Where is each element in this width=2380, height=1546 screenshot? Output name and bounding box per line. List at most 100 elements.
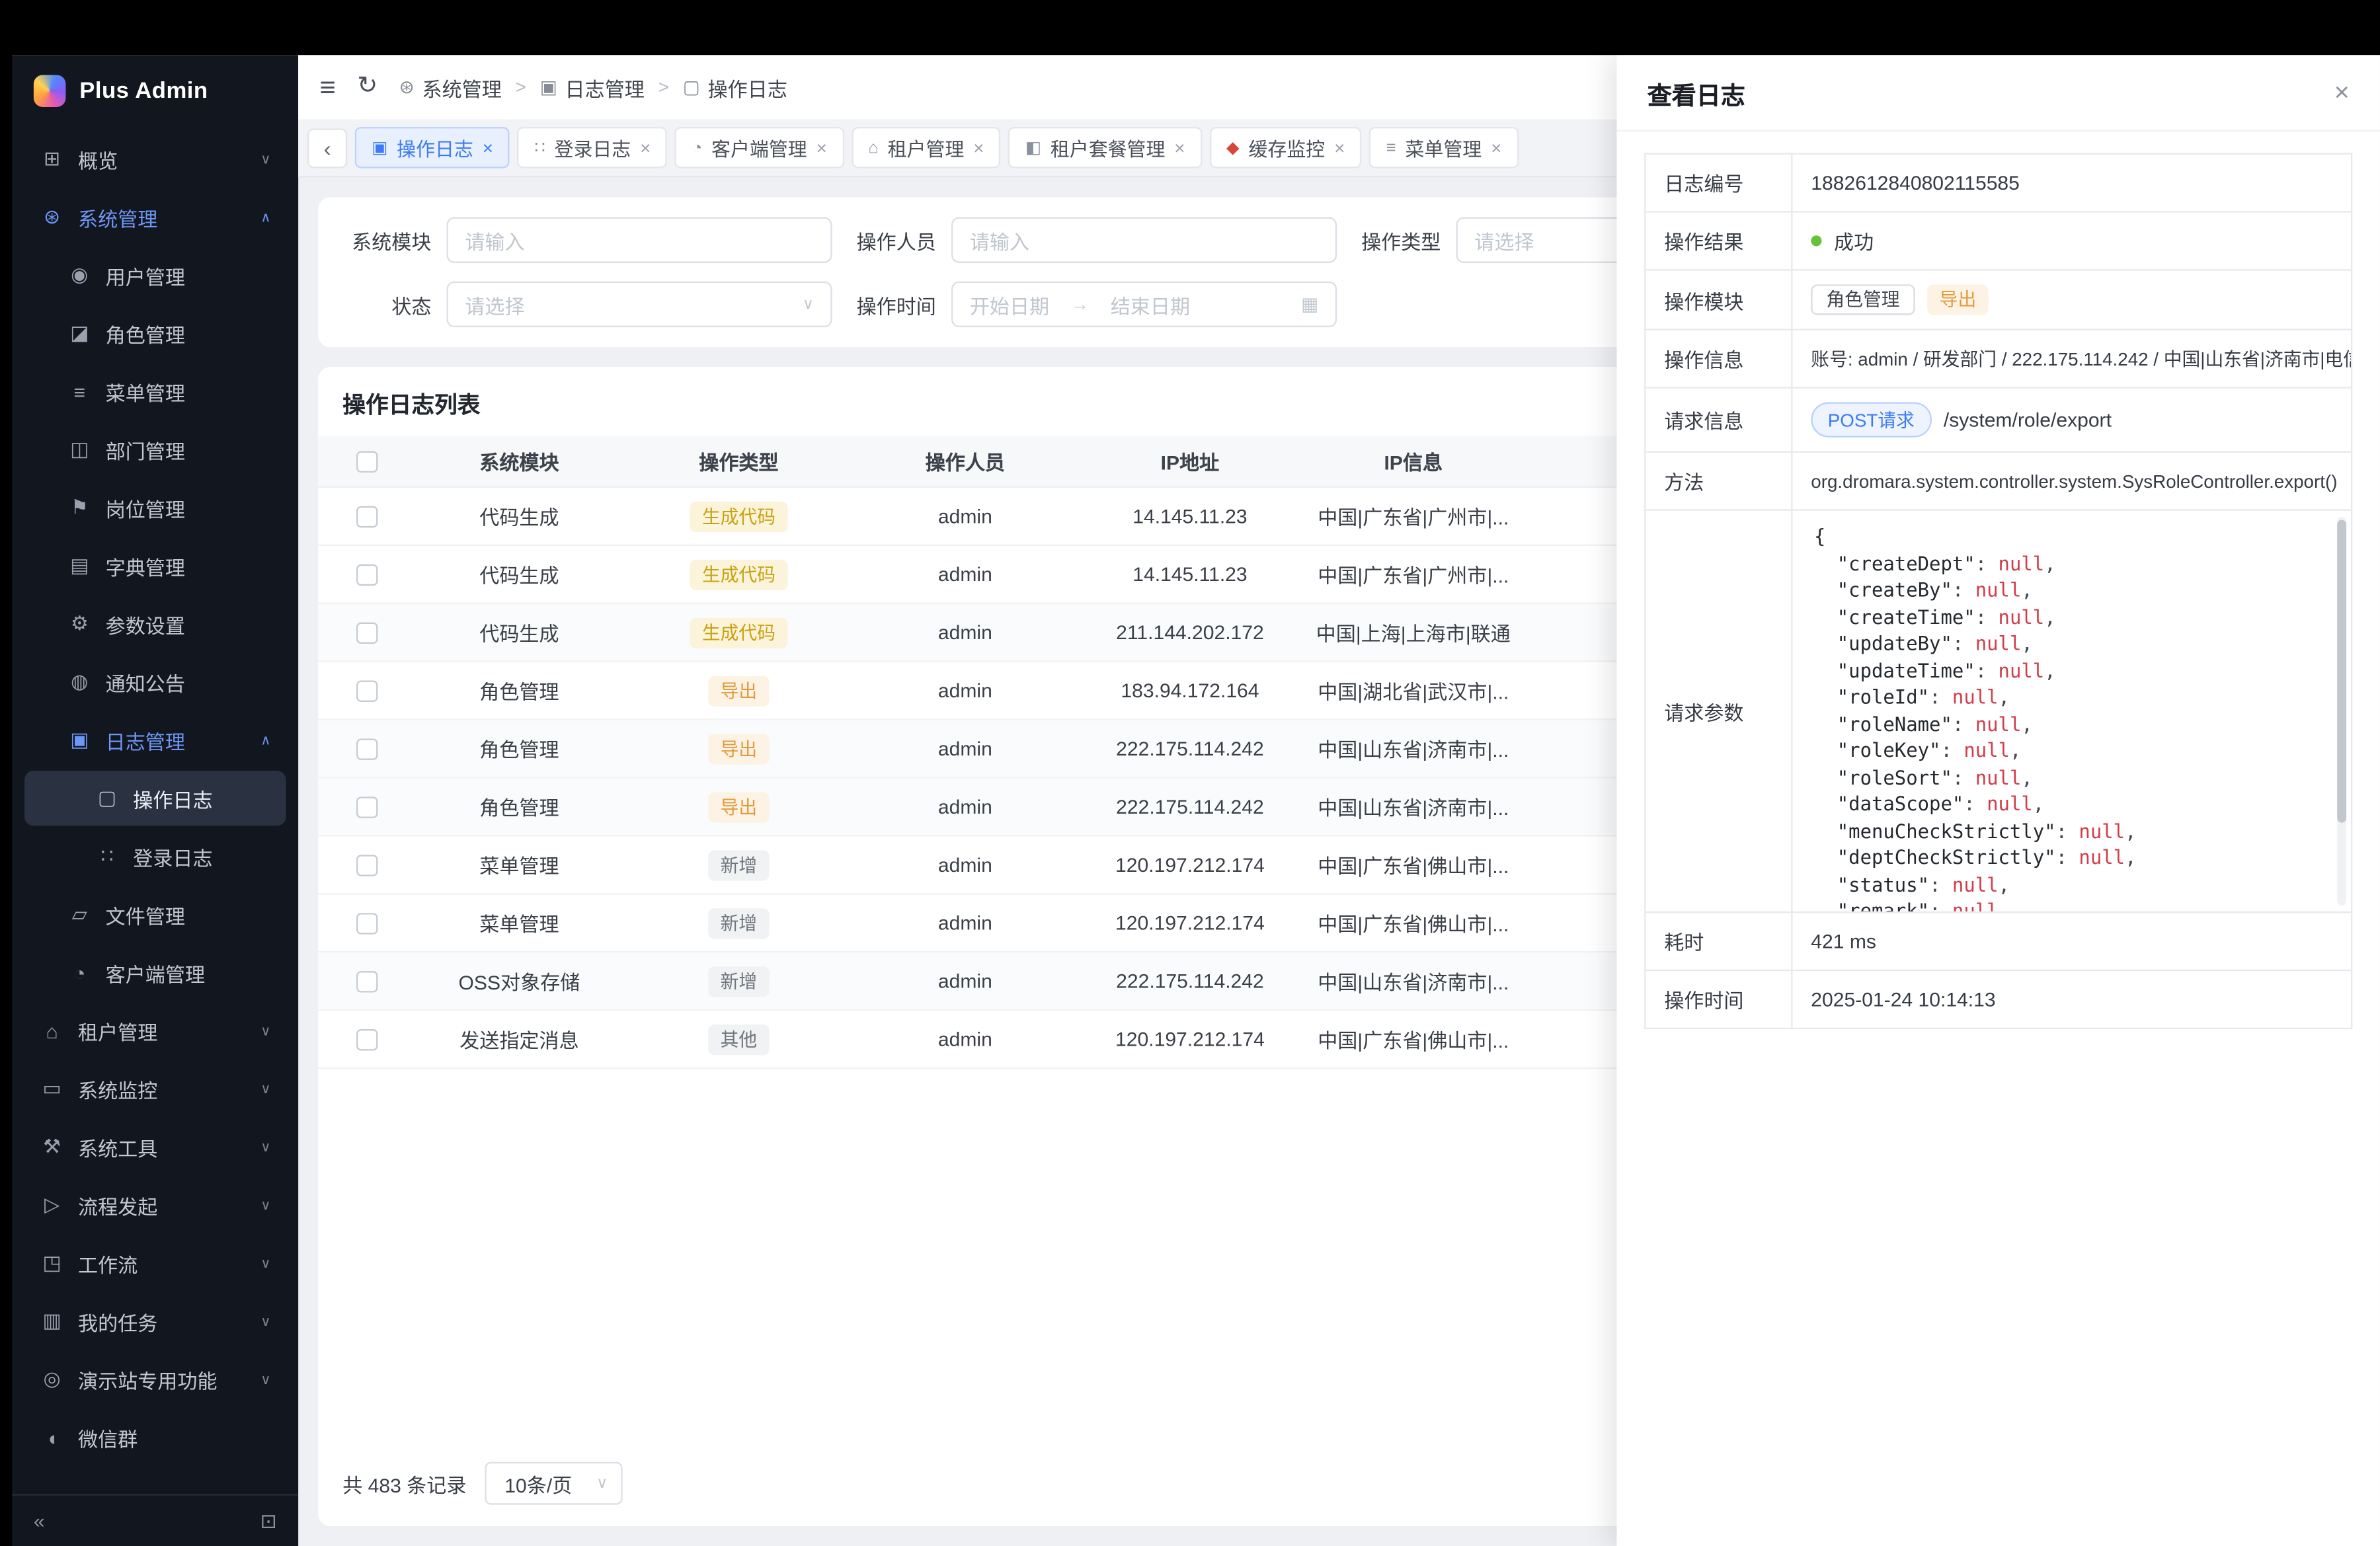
tab-close-icon[interactable]: × xyxy=(1334,137,1345,158)
tab-client-management[interactable]: ◔ 客户端管理 × xyxy=(675,127,844,168)
sidebar-item-dept-management[interactable]: ◫ 部门管理 xyxy=(24,422,286,477)
pin-layout-icon[interactable]: ⊡ xyxy=(260,1508,277,1533)
row-checkbox[interactable] xyxy=(356,738,377,759)
breadcrumb-operation-log[interactable]: ▢ 操作日志 xyxy=(683,73,787,102)
tab-close-icon[interactable]: × xyxy=(640,137,651,158)
result-label: 操作结果 xyxy=(1646,213,1792,270)
operation-type-tag: 生成代码 xyxy=(690,501,787,531)
refresh-icon[interactable]: ↻ xyxy=(357,75,377,99)
sidebar-item-demo-features[interactable]: ◎ 演示站专用功能 ∨ xyxy=(24,1352,286,1407)
menu-item-icon: ◪ xyxy=(67,321,92,346)
sidebar-item-workflow[interactable]: ◳ 工作流 ∨ xyxy=(24,1235,286,1290)
sidebar-item-system-tools[interactable]: ⚒ 系统工具 ∨ xyxy=(24,1120,286,1175)
menu-item-icon: ◍ xyxy=(67,670,92,694)
tabs-scroll-left-button[interactable]: ‹ xyxy=(307,128,347,167)
row-checkbox[interactable] xyxy=(356,796,377,817)
tab-close-icon[interactable]: × xyxy=(816,137,827,158)
menu-item-icon: ⊞ xyxy=(40,147,64,171)
chevron-icon: ∨ xyxy=(260,1313,270,1329)
filter-type-label: 操作类型 xyxy=(1352,225,1456,254)
row-checkbox[interactable] xyxy=(356,679,377,701)
menu-item-icon: ▣ xyxy=(67,728,92,752)
cell-system-module: 角色管理 xyxy=(416,734,622,763)
sidebar-item-login-log[interactable]: ∷ 登录日志 xyxy=(24,829,286,884)
sidebar-item-overview[interactable]: ⊞ 概览 ∨ xyxy=(24,132,286,186)
tab-close-icon[interactable]: × xyxy=(1174,137,1185,158)
row-checkbox[interactable] xyxy=(356,912,377,933)
sidebar-item-my-tasks[interactable]: ▥ 我的任务 ∨ xyxy=(24,1294,286,1348)
filter-operator-input[interactable]: 请输入 xyxy=(951,217,1337,263)
params-label: 请求参数 xyxy=(1646,511,1792,911)
cell-operator: admin xyxy=(855,504,1075,527)
cell-system-module: 代码生成 xyxy=(416,618,622,647)
breadcrumb-log-management[interactable]: ▣ 日志管理 xyxy=(540,73,645,102)
sidebar-item-system-monitor[interactable]: ▭ 系统监控 ∨ xyxy=(24,1062,286,1116)
total-records: 共 483 条记录 xyxy=(342,1469,466,1498)
cell-operator: admin xyxy=(855,795,1075,818)
sidebar-item-operation-log[interactable]: ▢ 操作日志 xyxy=(24,771,286,826)
success-status-dot xyxy=(1811,235,1821,246)
menu-item-icon: ▱ xyxy=(67,902,92,927)
sidebar-item-client-management[interactable]: ◔ 客户端管理 xyxy=(24,945,286,1000)
cell-operator: admin xyxy=(855,911,1075,935)
row-checkbox[interactable] xyxy=(356,1028,377,1050)
sidebar-item-system-management[interactable]: ⊛ 系统管理 ∧ xyxy=(24,190,286,245)
log-id-value: 1882612840802115585 xyxy=(1793,155,2351,212)
row-checkbox[interactable] xyxy=(356,970,377,991)
breadcrumb-icon: ▢ xyxy=(683,77,700,98)
menu-item-label: 系统监控 xyxy=(78,1074,157,1103)
select-all-checkbox[interactable] xyxy=(356,450,377,471)
collapse-sidebar-button[interactable]: « xyxy=(34,1510,45,1533)
tab-label: 操作日志 xyxy=(397,133,473,162)
breadcrumb-system-management[interactable]: ⊛ 系统管理 xyxy=(399,73,502,102)
tab-login-log[interactable]: ∷ 登录日志 × xyxy=(518,127,668,168)
row-checkbox[interactable] xyxy=(356,506,377,527)
tab-operation-log[interactable]: ▣ 操作日志 × xyxy=(355,127,510,168)
filter-module-input[interactable]: 请输入 xyxy=(447,217,832,263)
params-scrollbar[interactable] xyxy=(2337,517,2346,906)
row-checkbox[interactable] xyxy=(356,854,377,875)
menu-item-label: 微信群 xyxy=(78,1423,138,1452)
sidebar-item-dict-management[interactable]: ▤ 字典管理 xyxy=(24,538,286,593)
tab-cache-monitor[interactable]: ◆ 缓存监控 × xyxy=(1210,127,1362,168)
filter-status-select[interactable]: 请选择 ∨ xyxy=(447,282,832,327)
sidebar-item-role-management[interactable]: ◪ 角色管理 xyxy=(24,306,286,361)
sidebar-item-wechat-group[interactable]: ◖ 微信群 xyxy=(24,1410,286,1465)
tab-close-icon[interactable]: × xyxy=(483,137,493,158)
filter-time-range-input[interactable]: 开始日期 → 结束日期 ▦ xyxy=(951,282,1337,327)
row-checkbox[interactable] xyxy=(356,621,377,642)
scrollbar-thumb[interactable] xyxy=(2337,520,2346,823)
tab-menu-management[interactable]: ≡ 菜单管理 × xyxy=(1369,127,1518,168)
cell-operator: admin xyxy=(855,853,1075,876)
sidebar-item-process-start[interactable]: ▷ 流程发起 ∨ xyxy=(24,1177,286,1232)
menu-item-label: 岗位管理 xyxy=(106,493,185,522)
chevron-icon: ∨ xyxy=(260,1138,270,1155)
sidebar-item-post-management[interactable]: ⚑ 岗位管理 xyxy=(24,480,286,535)
app-window: Plus Admin ⊞ 概览 ∨ ⊛ 系统管理 ∧ xyxy=(13,55,2380,1546)
sidebar-item-notice[interactable]: ◍ 通知公告 xyxy=(24,654,286,709)
tab-tenant-package-management[interactable]: ◧ 租户套餐管理 × xyxy=(1008,127,1202,168)
sidebar-item-user-management[interactable]: ◉ 用户管理 xyxy=(24,248,286,303)
cell-ip-address: 222.175.114.242 xyxy=(1075,970,1304,993)
post-method-tag: POST请求 xyxy=(1811,402,1931,437)
sidebar-menu: ⊞ 概览 ∨ ⊛ 系统管理 ∧ ◉ 用户管理 xyxy=(13,126,299,1494)
sidebar-item-log-management[interactable]: ▣ 日志管理 ∧ xyxy=(24,713,286,767)
sidebar-item-menu-management[interactable]: ≡ 菜单管理 xyxy=(24,364,286,419)
tab-close-icon[interactable]: × xyxy=(973,137,984,158)
tab-icon: ∷ xyxy=(534,137,545,157)
page-size-select[interactable]: 10条/页 ∨ xyxy=(485,1462,623,1505)
cell-operator: admin xyxy=(855,562,1075,586)
app-logo: Plus Admin xyxy=(13,55,299,125)
sidebar-item-file-management[interactable]: ▱ 文件管理 xyxy=(24,887,286,942)
drawer-close-icon[interactable]: × xyxy=(2334,79,2350,105)
tab-tenant-management[interactable]: ⌂ 租户管理 × xyxy=(852,127,1001,168)
tab-close-icon[interactable]: × xyxy=(1491,137,1501,158)
menu-item-icon: ∷ xyxy=(95,844,119,869)
menu-item-icon: ⌂ xyxy=(40,1019,64,1042)
hamburger-menu-icon[interactable]: ≡ xyxy=(320,73,336,101)
sidebar-item-param-settings[interactable]: ⚙ 参数设置 xyxy=(24,596,286,651)
sidebar-item-tenant-management[interactable]: ⌂ 租户管理 ∨ xyxy=(24,1003,286,1058)
row-checkbox[interactable] xyxy=(356,564,377,585)
module-label: 操作模块 xyxy=(1646,271,1792,329)
cell-system-module: 发送指定消息 xyxy=(416,1024,622,1054)
